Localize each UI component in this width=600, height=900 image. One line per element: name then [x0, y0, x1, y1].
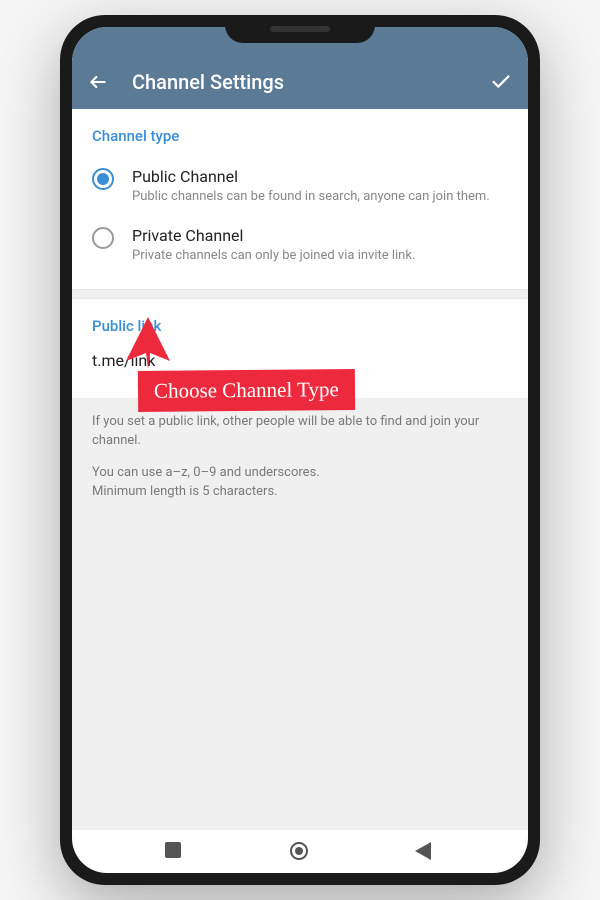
app-bar: Channel Settings — [72, 55, 528, 109]
nav-home-button[interactable] — [290, 842, 310, 862]
phone-screen: Channel Settings Channel type Public Cha… — [72, 27, 528, 873]
phone-frame: Channel Settings Channel type Public Cha… — [60, 15, 540, 885]
content-area: Channel type Public Channel Public chann… — [72, 109, 528, 829]
channel-type-section: Channel type Public Channel Public chann… — [72, 109, 528, 289]
phone-notch — [225, 15, 375, 43]
public-link-header: Public link — [92, 317, 508, 335]
radio-indicator-icon — [92, 168, 114, 190]
radio-public-desc: Public channels can be found in search, … — [132, 189, 490, 206]
page-title: Channel Settings — [132, 70, 466, 94]
radio-private-desc: Private channels can only be joined via … — [132, 248, 415, 265]
public-link-section: Public link t.me/link — [72, 299, 528, 398]
nav-back-button[interactable] — [415, 842, 435, 862]
triangle-icon — [415, 842, 431, 860]
android-nav-bar — [72, 829, 528, 873]
back-button[interactable] — [88, 72, 108, 92]
section-divider — [72, 289, 528, 299]
public-link-input[interactable]: t.me/link — [92, 347, 508, 384]
help-text-area: If you set a public link, other people w… — [72, 398, 528, 829]
nav-recent-button[interactable] — [165, 842, 185, 862]
channel-type-header: Channel type — [92, 127, 508, 145]
radio-private-title: Private Channel — [132, 226, 415, 245]
radio-label-group: Private Channel Private channels can onl… — [132, 226, 415, 265]
help-paragraph-2: You can use a–z, 0–9 and underscores. Mi… — [92, 463, 508, 502]
radio-indicator-icon — [92, 227, 114, 249]
radio-public-title: Public Channel — [132, 167, 490, 186]
radio-label-group: Public Channel Public channels can be fo… — [132, 167, 490, 206]
radio-public-channel[interactable]: Public Channel Public channels can be fo… — [92, 157, 508, 216]
confirm-button[interactable] — [490, 71, 512, 93]
help-paragraph-1: If you set a public link, other people w… — [92, 412, 508, 451]
square-icon — [165, 842, 181, 858]
circle-icon — [290, 842, 308, 860]
radio-private-channel[interactable]: Private Channel Private channels can onl… — [92, 216, 508, 275]
